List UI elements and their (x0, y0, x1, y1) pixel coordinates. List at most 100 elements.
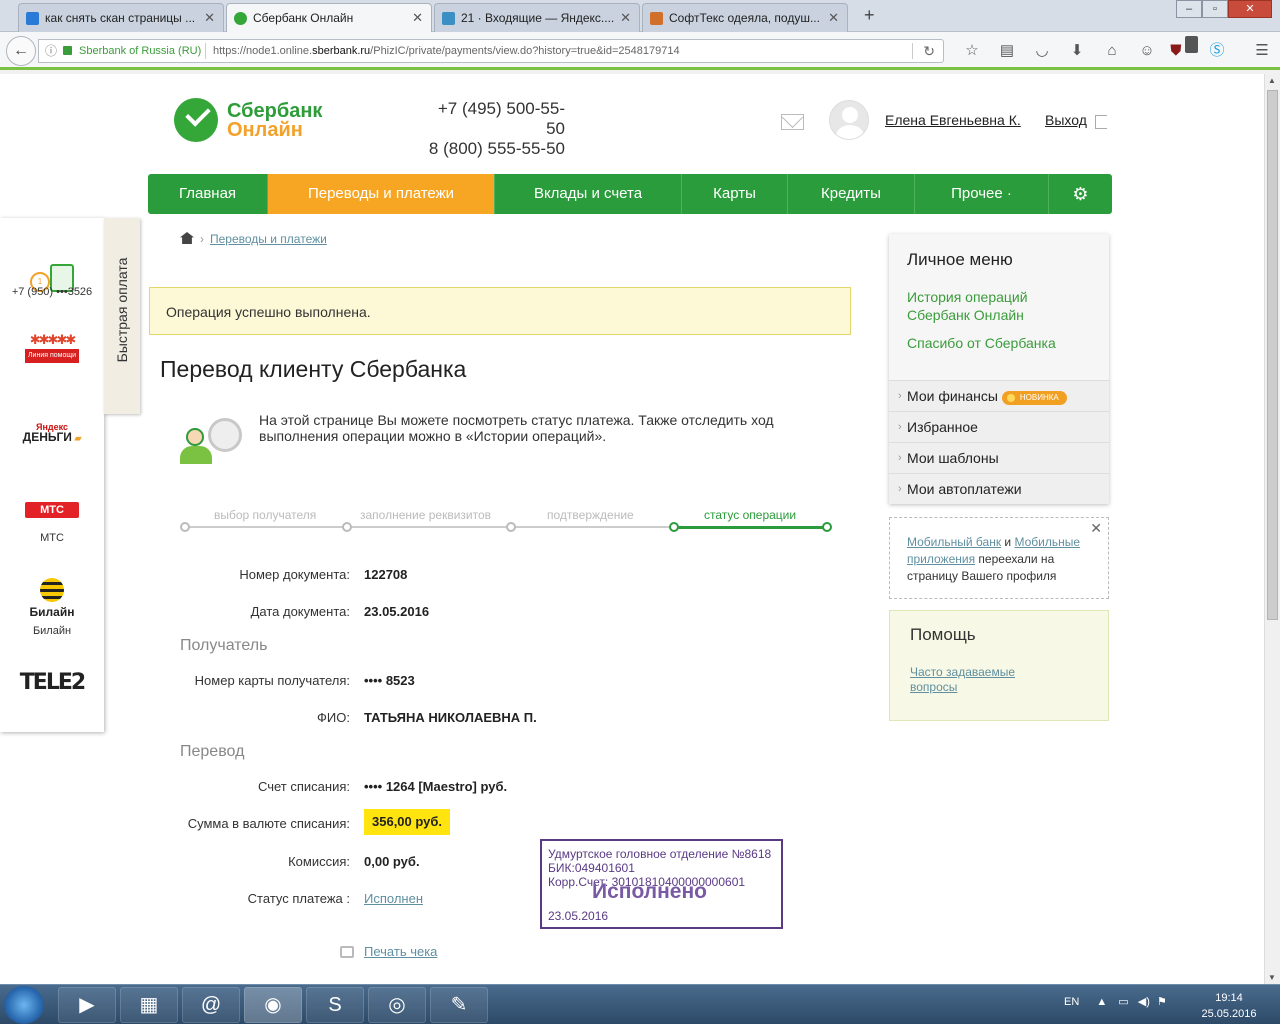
home-icon[interactable]: ⌂ (1100, 41, 1124, 61)
network-icon[interactable]: ▭ (1118, 996, 1128, 1008)
amount-value: 356,00 руб. (364, 809, 451, 835)
media-player-icon[interactable]: ▶ (58, 987, 116, 1023)
tab-softtex[interactable]: СофтТекс одеяла, подуш... ✕ (642, 3, 848, 32)
download-icon[interactable]: ⬇ (1065, 41, 1089, 61)
info-icon[interactable]: ⓘ (45, 40, 57, 62)
new-tab-button[interactable]: + (864, 5, 875, 26)
close-tab-icon[interactable]: ✕ (412, 10, 423, 26)
main-menu: Главная Переводы и платежи Вклады и счет… (148, 174, 1112, 214)
menu-item-home[interactable]: Главная (148, 174, 268, 214)
sberbank-favicon-icon (234, 12, 247, 25)
client-info-icon (180, 418, 244, 466)
tab-yandex-mail[interactable]: 21 · Входящие — Яндекс.... ✕ (434, 3, 640, 32)
site-identity[interactable]: Sberbank of Russia (RU) (79, 40, 201, 62)
breadcrumb-link-transfers[interactable]: Переводы и платежи (210, 232, 327, 246)
quick-pay-tele2[interactable]: TELE2 (0, 670, 104, 695)
start-button[interactable] (4, 986, 44, 1024)
faq-link[interactable]: Часто задаваемые вопросы (910, 665, 1050, 695)
reload-icon[interactable]: ↻ (923, 40, 935, 62)
menu-item-deposits[interactable]: Вклады и счета (495, 174, 682, 214)
progress-steps: выбор получателя заполнение реквизитов п… (180, 504, 832, 534)
softtex-favicon-icon (650, 12, 663, 25)
ublock-icon[interactable]: ⛊ 3 (1170, 36, 1198, 61)
scroll-down-icon[interactable]: ▼ (1268, 973, 1276, 982)
scroll-up-icon[interactable]: ▲ (1268, 76, 1276, 85)
volume-icon[interactable]: ◀) (1138, 996, 1150, 1008)
close-window-button[interactable]: ✕ (1228, 0, 1272, 18)
mobile-notice: ✕ Мобильный банк и Мобильные приложения … (889, 517, 1109, 599)
mail-agent-icon[interactable]: @ (182, 987, 240, 1023)
help-box: Помощь Часто задаваемые вопросы (889, 610, 1109, 721)
quick-pay-yandex-money[interactable]: Яндекс ДЕНЬГИ ▰ (0, 422, 104, 443)
thanks-link[interactable]: Спасибо от Сбербанка (907, 334, 1056, 352)
menu-icon[interactable]: ☰ (1250, 41, 1274, 61)
close-tab-icon[interactable]: ✕ (620, 10, 631, 26)
taskbar: ▶ ▦ @ ◉ S ◎ ✎ EN ▲ ▭ ◀) ⚑ 19:14 25.05.20… (0, 984, 1280, 1024)
menu-my-finances[interactable]: Мои финансы НОВИНКА (889, 380, 1109, 411)
close-tab-icon[interactable]: ✕ (204, 10, 215, 26)
contact-phones: +7 (495) 500-55-50 8 (800) 555-55-50 (428, 99, 565, 158)
browser-chrome: как снять скан страницы ... ✕ Сбербанк О… (0, 0, 1280, 74)
logout-icon[interactable] (1095, 115, 1107, 129)
page-content: Сбербанк Онлайн +7 (495) 500-55-50 8 (80… (0, 74, 1264, 984)
wallet-icon: ▰ (74, 433, 82, 443)
menu-item-cards[interactable]: Карты (682, 174, 788, 214)
close-tab-icon[interactable]: ✕ (828, 10, 839, 26)
settings-gear-icon[interactable]: ⚙ (1049, 174, 1112, 214)
history-link[interactable]: История операций Сбербанк Онлайн (907, 288, 1067, 324)
mobile-bank-link[interactable]: Мобильный банк (907, 535, 1001, 549)
status-link[interactable]: Исполнен (364, 891, 423, 906)
maximize-button[interactable]: ▫ (1202, 0, 1228, 18)
amount-row: Сумма в валюте списания: (187, 816, 350, 831)
step-dot (180, 522, 190, 532)
tab-sberbank[interactable]: Сбербанк Онлайн ✕ (226, 3, 432, 33)
print-receipt-link[interactable]: Печать чека (364, 944, 437, 959)
chrome-icon[interactable]: ◎ (368, 987, 426, 1023)
action-center-icon[interactable]: ⚑ (1157, 996, 1167, 1008)
avatar[interactable] (829, 100, 869, 140)
printer-icon (340, 946, 354, 958)
close-icon[interactable]: ✕ (1090, 520, 1102, 537)
menu-item-credits[interactable]: Кредиты (788, 174, 915, 214)
bank-stamp: Удмуртское головное отделение №8618 БИК:… (540, 839, 783, 929)
envelope-icon[interactable] (781, 114, 804, 130)
skype-icon[interactable]: Ⓢ (1205, 41, 1229, 61)
scrollbar[interactable]: ▲ ▼ (1264, 74, 1280, 984)
quick-pay-charity[interactable]: ✱✱✱✱✱ Линия помощи (0, 332, 104, 363)
quick-pay-phone[interactable]: 1 +7 (950) •••3526 (0, 240, 104, 300)
doc-number-row: Номер документа: 122708 (239, 567, 408, 582)
tray-arrow-icon[interactable]: ▲ (1096, 996, 1107, 1008)
user-name-link[interactable]: Елена Евгеньевна К. (885, 112, 1021, 128)
page-title: Перевод клиенту Сбербанка (160, 356, 467, 382)
chat-icon[interactable]: ☺ (1135, 41, 1159, 61)
logout-link[interactable]: Выход (1045, 112, 1087, 128)
address-bar[interactable]: ⓘ Sberbank of Russia (RU) https://node1.… (38, 39, 944, 63)
menu-item-transfers[interactable]: Переводы и платежи (268, 174, 495, 214)
firefox-icon[interactable]: ◉ (244, 987, 302, 1023)
back-button[interactable]: ← (6, 36, 36, 66)
quick-pay-beeline[interactable]: Билайн Билайн (0, 578, 104, 637)
paint-icon[interactable]: ✎ (430, 987, 488, 1023)
menu-templates[interactable]: Мои шаблоны (889, 442, 1109, 473)
menu-item-other[interactable]: Прочее · (915, 174, 1049, 214)
home-icon[interactable] (180, 232, 194, 244)
bookmark-star-icon[interactable]: ☆ (960, 41, 984, 61)
minimize-button[interactable]: – (1176, 0, 1202, 18)
clock[interactable]: 19:14 25.05.2016 (1196, 990, 1262, 1022)
quick-pay-tab[interactable]: Быстрая оплата (104, 218, 140, 414)
menu-favorites[interactable]: Избранное (889, 411, 1109, 442)
step-label: выбор получателя (214, 508, 317, 522)
quick-pay-mts[interactable]: МТС МТС (0, 502, 104, 544)
skype-taskbar-icon[interactable]: S (306, 987, 364, 1023)
scroll-thumb[interactable] (1267, 90, 1278, 620)
file-explorer-icon[interactable]: ▦ (120, 987, 178, 1023)
reading-list-icon[interactable]: ▤ (995, 41, 1019, 61)
sberbank-logo[interactable]: Сбербанк Онлайн (174, 98, 324, 144)
tab-search[interactable]: как снять скан страницы ... ✕ (18, 3, 224, 32)
language-indicator[interactable]: EN (1064, 996, 1079, 1008)
pocket-icon[interactable]: ◡ (1030, 41, 1054, 61)
url-text[interactable]: https://node1.online.sberbank.ru/PhizIC/… (213, 40, 680, 62)
menu-autopayments[interactable]: Мои автоплатежи (889, 473, 1109, 504)
step-label: подтверждение (547, 508, 634, 522)
print-receipt[interactable]: Печать чека (340, 944, 437, 959)
